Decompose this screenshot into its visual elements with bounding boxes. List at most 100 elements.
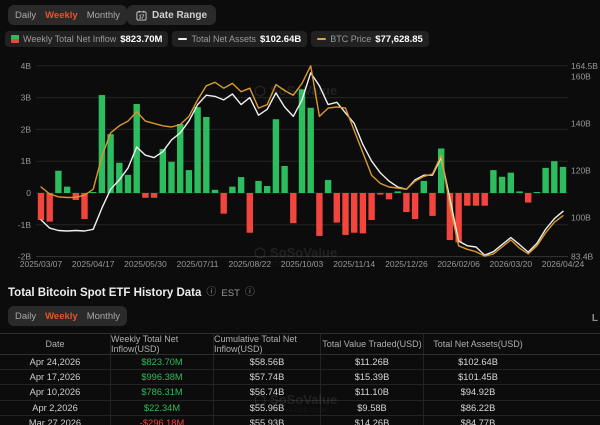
inflow-bar [534, 192, 540, 193]
cell-value-traded: $14.26B [320, 416, 423, 425]
x-axis-tick: 2025/07/11 [177, 259, 219, 269]
x-axis-tick: 2025/10/03 [281, 259, 324, 269]
cell-weekly-inflow: $823.70M [110, 355, 213, 369]
table-row: Apr 17,2026$996.38M$57.74B$15.39B$101.45… [0, 370, 600, 385]
inflow-bar [81, 193, 87, 219]
cell-net-assets: $101.45B [423, 370, 600, 384]
timezone-info-icon[interactable]: ⓘ [245, 288, 255, 298]
cell-value-traded: $9.58B [320, 401, 423, 415]
chart-legend: Weekly Total Net Inflow$823.70MTotal Net… [5, 31, 429, 47]
inflow-bar [403, 193, 409, 212]
cell-date: Apr 17,2026 [0, 370, 110, 384]
inflow-bar [273, 119, 279, 193]
inflow-bar [473, 193, 479, 206]
cell-weekly-inflow: $22.34M [110, 401, 213, 415]
inflow-bar [429, 193, 435, 216]
right-axis-tick: 160B [571, 71, 591, 81]
inflow-bar [395, 191, 401, 193]
legend-item-weekly-total-net-inflow[interactable]: Weekly Total Net Inflow$823.70M [5, 31, 168, 47]
cell-value-traded: $11.26B [320, 355, 423, 369]
x-axis-tick: 2025/11/14 [333, 259, 375, 269]
inflow-bar [508, 173, 514, 193]
etf-dashboard: Daily Weekly Monthly 17 Date Range Weekly … [0, 0, 600, 425]
inflow-bar [560, 167, 566, 193]
inflow-bar [160, 149, 166, 193]
legend-item-btc-price[interactable]: BTC Price$77,628.85 [311, 31, 429, 47]
legend-value: $823.70M [120, 34, 162, 45]
date-range-button[interactable]: 17 Date Range [127, 5, 216, 25]
date-range-label: Date Range [152, 10, 207, 21]
column-header: Total Net Assets(USD) [423, 334, 600, 354]
cell-date: Apr 10,2026 [0, 385, 110, 399]
x-axis-tick: 2025/03/07 [20, 259, 63, 269]
inflow-bar [281, 166, 287, 193]
inflow-bar [229, 187, 235, 193]
x-axis-tick: 2025/08/22 [229, 259, 272, 269]
inflow-bar [334, 193, 340, 223]
table-header-row: DateWeekly Total Net Inflow(USD)Cumulati… [0, 333, 600, 355]
inflow-bar [482, 193, 488, 206]
calendar-icon: 17 [136, 10, 147, 21]
legend-value: $77,628.85 [375, 34, 423, 45]
column-header: Total Value Traded(USD) [320, 334, 423, 354]
inflow-bar [151, 193, 157, 198]
cell-cumulative-inflow: $57.74B [213, 370, 320, 384]
history-info-icon[interactable]: ⓘ [206, 288, 216, 298]
inflow-bar [186, 170, 192, 193]
inflow-bar [38, 193, 44, 220]
right-axis-tick: 120B [571, 165, 591, 175]
right-axis-tick: 164.5B [571, 61, 598, 71]
timezone-label: EST [221, 288, 239, 299]
column-header: Weekly Total Net Inflow(USD) [110, 334, 213, 354]
inflow-bar [551, 161, 557, 193]
chart-period-tabs: Daily Weekly Monthly [8, 5, 127, 25]
tab-weekly[interactable]: Weekly [45, 10, 78, 21]
tab-daily[interactable]: Daily [15, 10, 36, 21]
x-axis-tick: 2025/12/26 [385, 259, 428, 269]
column-header: Cumulative Total Net Inflow(USD) [213, 334, 320, 354]
legend-item-total-net-assets[interactable]: Total Net Assets$102.64B [172, 31, 307, 47]
tab-monthly[interactable]: Monthly [87, 311, 120, 322]
x-axis-tick: 2026/04/24 [542, 259, 585, 269]
cell-date: Apr 24,2026 [0, 355, 110, 369]
cell-date: Apr 2,2026 [0, 401, 110, 415]
inflow-bar [255, 181, 261, 193]
clipped-right-edge-label: L [592, 313, 598, 324]
inflow-bar [99, 95, 105, 193]
cell-cumulative-inflow: $55.96B [213, 401, 320, 415]
cell-net-assets: $86.22B [423, 401, 600, 415]
tab-monthly[interactable]: Monthly [87, 10, 120, 21]
history-period-tabs: Daily Weekly Monthly [8, 306, 127, 326]
cell-weekly-inflow: -$296.18M [110, 416, 213, 425]
inflow-bar [212, 190, 218, 193]
inflow-bar [525, 193, 531, 203]
tab-daily[interactable]: Daily [15, 311, 36, 322]
x-axis-tick: 2026/03/20 [490, 259, 533, 269]
cell-value-traded: $15.39B [320, 370, 423, 384]
cell-date: Mar 27,2026 [0, 416, 110, 425]
legend-label: Total Net Assets [191, 34, 256, 44]
right-axis-tick: 100B [571, 213, 591, 223]
x-axis-tick: 2025/05/30 [124, 259, 167, 269]
inflow-bar [203, 117, 209, 193]
etf-flow-chart[interactable]: 4B3B2B1B0-1B-2B164.5B160B140B120B100B83.… [0, 55, 600, 285]
inflow-bar [342, 193, 348, 235]
inflow-bar [490, 170, 496, 193]
left-axis-tick: 4B [21, 61, 32, 71]
history-section-title: Total Bitcoin Spot ETF History Data ⓘ ES… [8, 287, 255, 299]
inflow-bar [47, 193, 53, 222]
cell-net-assets: $102.64B [423, 355, 600, 369]
inflow-bar [351, 193, 357, 233]
left-axis-tick: -1B [18, 220, 32, 230]
inflow-bar [247, 193, 253, 233]
cell-cumulative-inflow: $55.93B [213, 416, 320, 425]
inflow-bar [142, 193, 148, 198]
tab-weekly[interactable]: Weekly [45, 311, 78, 322]
inflow-bar [90, 192, 96, 193]
history-title-text: Total Bitcoin Spot ETF History Data [8, 287, 201, 299]
column-header: Date [0, 334, 110, 354]
inflow-bar [64, 187, 70, 193]
inflow-bar [290, 193, 296, 223]
inflow-bar [194, 107, 200, 193]
table-row: Apr 24,2026$823.70M$58.56B$11.26B$102.64… [0, 355, 600, 370]
